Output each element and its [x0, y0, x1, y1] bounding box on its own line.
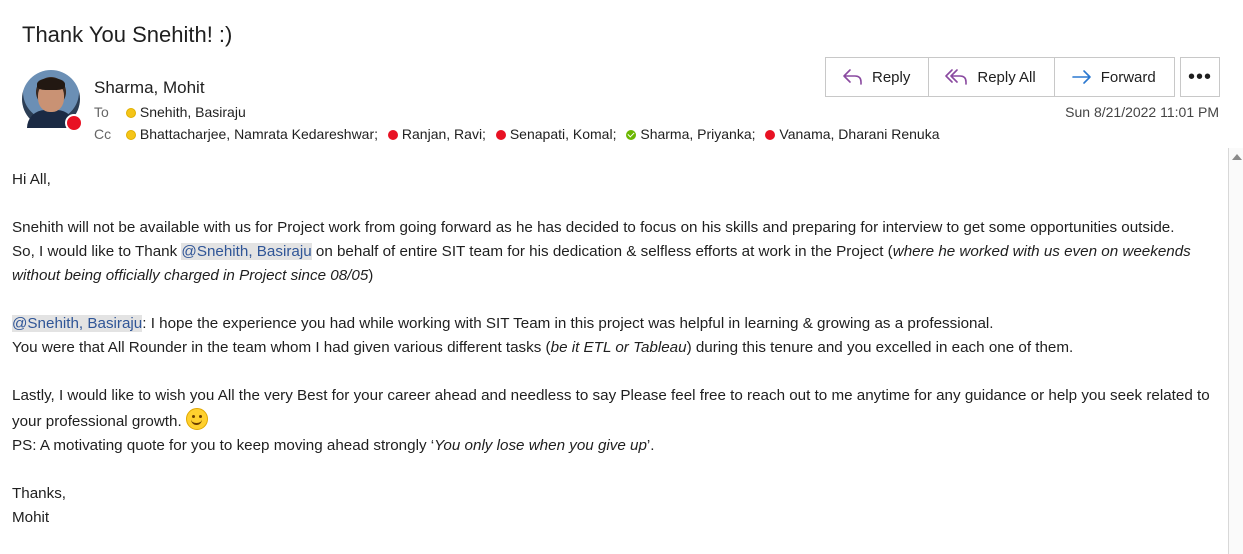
to-recipient[interactable]: Snehith, Basiraju: [125, 104, 246, 120]
status-busy-icon: [495, 130, 506, 140]
presence-busy-icon: [65, 114, 83, 132]
message-body: Hi All, Snehith will not be available wi…: [12, 168, 1222, 530]
cc-recipient[interactable]: Ranjan, Ravi;: [387, 126, 490, 142]
reply-all-icon: [945, 69, 968, 85]
to-label: To: [94, 104, 109, 120]
reply-all-button[interactable]: Reply All: [929, 58, 1055, 96]
message-scrollbar[interactable]: [1228, 148, 1243, 554]
cc-label: Cc: [94, 126, 112, 142]
sender-name[interactable]: Sharma, Mohit: [94, 78, 205, 98]
cc-recipient[interactable]: Sharma, Priyanka;: [626, 126, 759, 142]
email-subject: Thank You Snehith! :): [22, 22, 233, 47]
mention-link[interactable]: @Snehith, Basiraju: [181, 243, 312, 260]
signature: Mohit: [12, 509, 50, 526]
message-actions: Reply Reply All Forward: [825, 57, 1175, 97]
to-line: To Snehith, Basiraju: [94, 104, 246, 120]
scroll-up-icon[interactable]: [1232, 154, 1242, 160]
paragraph-experience: @Snehith, Basiraju: I hope the experienc…: [12, 315, 994, 332]
paragraph-ps: PS: A motivating quote for you to keep m…: [12, 437, 655, 454]
forward-arrow-icon: [1071, 70, 1091, 84]
reply-icon: [843, 69, 862, 85]
status-available-icon: [626, 130, 637, 140]
paragraph-wishes: Lastly, I would like to wish you All the…: [12, 387, 1210, 430]
cc-recipient[interactable]: Bhattacharjee, Namrata Kedareshwar;: [125, 126, 382, 142]
cc-line: Cc Bhattacharjee, Namrata Kedareshwar; R…: [94, 126, 941, 142]
more-actions-button[interactable]: •••: [1180, 57, 1220, 97]
cc-recipient[interactable]: Senapati, Komal;: [495, 126, 621, 142]
paragraph-all-rounder: You were that All Rounder in the team wh…: [12, 339, 1074, 356]
greeting: Hi All,: [12, 171, 51, 188]
reply-button[interactable]: Reply: [826, 58, 930, 96]
sent-date: Sun 8/21/2022 11:01 PM: [1065, 104, 1219, 120]
closing: Thanks,: [12, 485, 67, 502]
status-busy-icon: [765, 130, 776, 140]
paragraph-availability: Snehith will not be available with us fo…: [12, 219, 1175, 236]
forward-button[interactable]: Forward: [1054, 58, 1174, 96]
status-away-icon: [125, 130, 136, 140]
smiley-emoji-icon: [185, 408, 208, 430]
cc-recipient[interactable]: Vanama, Dharani Renuka: [765, 126, 939, 142]
mention-link[interactable]: @Snehith, Basiraju: [12, 315, 143, 332]
status-busy-icon: [387, 130, 398, 140]
status-away-icon: [125, 108, 136, 118]
paragraph-thanks: So, I would like to Thank @Snehith, Basi…: [12, 243, 1191, 284]
